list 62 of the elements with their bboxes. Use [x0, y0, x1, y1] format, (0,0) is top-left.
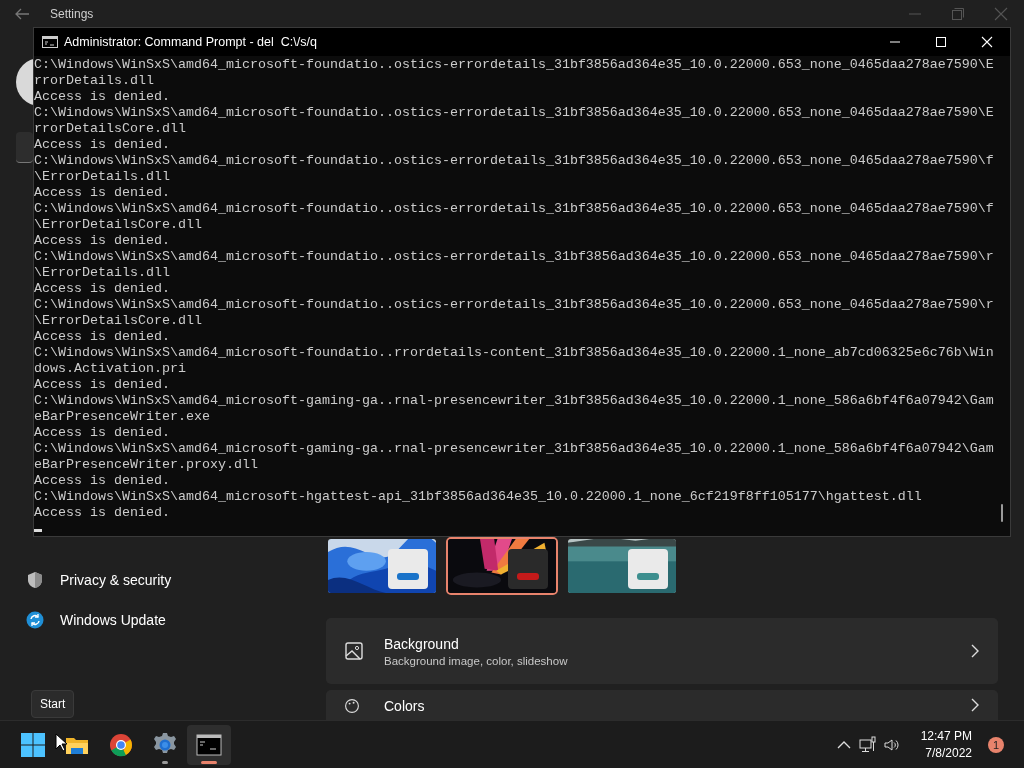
console-line: eBarPresenceWriter.exe [34, 409, 211, 425]
back-arrow-icon[interactable] [14, 8, 30, 20]
console-icon [42, 36, 58, 48]
console-line: \ErrorDetailsCore.dll [34, 313, 203, 329]
scrollbar-thumb[interactable] [1001, 504, 1003, 522]
taskbar-button[interactable] [187, 724, 231, 765]
window-title: Settings [50, 7, 94, 21]
console-line: \ErrorDetails.dll [34, 265, 171, 281]
sync-icon [26, 611, 44, 629]
console-line: \ErrorDetailsCore.dll [34, 217, 203, 233]
settings-card[interactable]: Colors [326, 690, 998, 720]
chevron-right-icon [970, 644, 980, 658]
console-icon [196, 731, 222, 758]
tooltip: Start [31, 690, 75, 718]
network-icon[interactable] [858, 735, 877, 754]
console-line: rrorDetails.dll [34, 73, 155, 89]
image-icon [344, 641, 364, 661]
console-line: C:\Windows\WinSxS\amd64_microsoft-foundatio..rrordetails-content_31bf3856ad364e35_10.0.22000.1_none_ab7cd06325e6c76b\Win [34, 345, 994, 361]
settings-card[interactable]: Background Background image, color, slideshow [326, 618, 998, 684]
shield-icon [26, 571, 44, 589]
text-cursor [34, 529, 42, 532]
maximize-icon [935, 36, 947, 48]
console-line: C:\Windows\WinSxS\amd64_microsoft-hgattest-api_31bf3856ad364e35_10.0.22000.1_none_6cf219f8ff105177\hgattest.dll [34, 489, 923, 505]
window-title: Administrator: Command Prompt - del C:\/s/q [64, 35, 317, 49]
console-line: Access is denied. [34, 281, 171, 297]
console-line: Access is denied. [34, 233, 171, 249]
console-line: Access is denied. [34, 505, 171, 521]
console-line: C:\Windows\WinSxS\amd64_microsoft-foundatio..ostics-errordetails_31bf3856ad364e35_10.0.22000.653_none_0465daa278ae7590\f [34, 153, 994, 169]
console-line: C:\Windows\WinSxS\amd64_microsoft-foundatio..ostics-errordetails_31bf3856ad364e35_10.0.22000.653_none_0465daa278ae7590\r [34, 297, 994, 313]
search-field[interactable] [16, 132, 33, 163]
console-line: rrorDetailsCore.dll [34, 121, 187, 137]
clock-time[interactable]: 12:47 PM [920, 727, 972, 745]
console-line: Access is denied. [34, 329, 171, 345]
card-subtitle: Background image, color, slideshow [384, 654, 568, 667]
mouse-pointer-icon [55, 733, 67, 752]
console-line: C:\Windows\WinSxS\amd64_microsoft-foundatio..ostics-errordetails_31bf3856ad364e35_10.0.22000.653_none_0465daa278ae7590\E [34, 57, 994, 73]
sidebar-item[interactable]: Privacy & security [16, 560, 310, 600]
running-indicator [162, 760, 168, 764]
console-line: C:\Windows\WinSxS\amd64_microsoft-foundatio..ostics-errordetails_31bf3856ad364e35_10.0.22000.653_none_0465daa278ae7590\f [34, 201, 994, 217]
console-line: dows.Activation.pri [34, 361, 187, 377]
console-line: Access is denied. [34, 89, 171, 105]
console-line: Access is denied. [34, 377, 171, 393]
clock-date[interactable]: 7/8/2022 [925, 744, 972, 762]
console-line: Access is denied. [34, 425, 171, 441]
close-icon [981, 36, 993, 48]
console-line: eBarPresenceWriter.proxy.dll [34, 457, 259, 473]
windows-logo-icon [20, 731, 46, 758]
console-line: C:\Windows\WinSxS\amd64_microsoft-foundatio..ostics-errordetails_31bf3856ad364e35_10.0.22000.653_none_0465daa278ae7590\r [34, 249, 994, 265]
console-line: C:\Windows\WinSxS\amd64_microsoft-gaming-ga..rnal-presencewriter_31bf3856ad364e35_10.0.22000.1_none_586a6bf4f6a07942\Gam [34, 393, 994, 409]
notification-badge[interactable]: 1 [988, 736, 1004, 753]
console-line: Access is denied. [34, 185, 171, 201]
console-line: C:\Windows\WinSxS\amd64_microsoft-foundatio..ostics-errordetails_31bf3856ad364e35_10.0.22000.653_none_0465daa278ae7590\E [34, 105, 994, 121]
console-line: Access is denied. [34, 473, 171, 489]
console-line: \ErrorDetails.dll [34, 169, 171, 185]
console-line: Access is denied. [34, 137, 171, 153]
card-title: Background [384, 635, 460, 652]
chevron-right-icon [970, 698, 980, 712]
running-indicator [201, 760, 217, 764]
browser-icon [108, 731, 134, 758]
console-line: C:\Windows\WinSxS\amd64_microsoft-gaming-ga..rnal-presencewriter_31bf3856ad364e35_10.0.22000.1_none_586a6bf4f6a07942\Gam [34, 441, 994, 457]
sidebar-item[interactable]: Windows Update [16, 600, 310, 640]
card-title: Colors [384, 698, 425, 714]
